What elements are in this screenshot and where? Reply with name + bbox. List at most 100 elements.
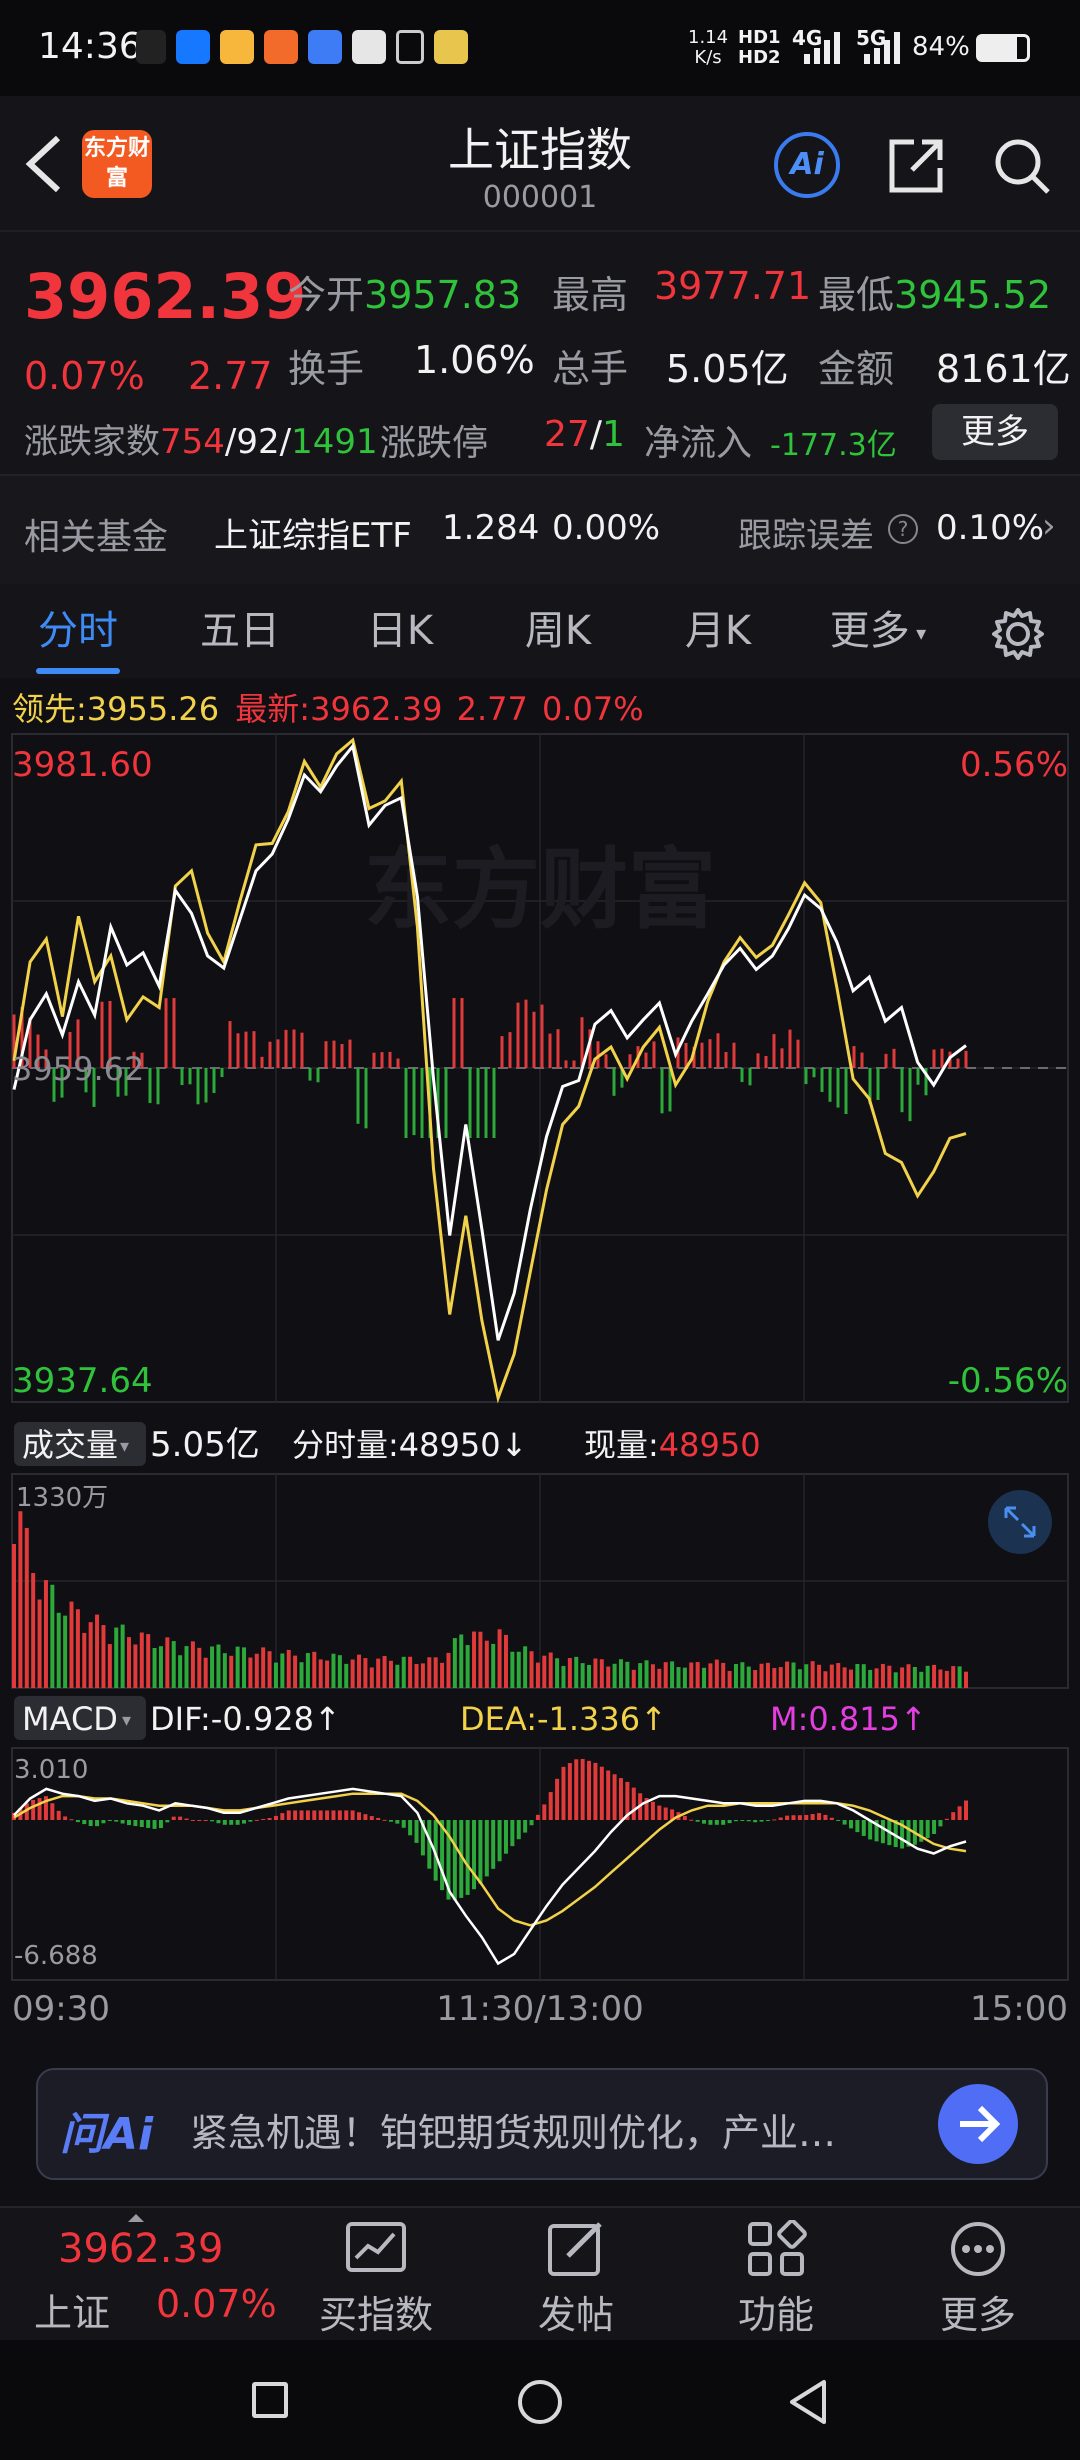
svg-text:现量:48950: 现量:48950 <box>584 1426 761 1464</box>
volume-bar <box>203 1657 208 1688</box>
volume-bar <box>772 1668 777 1688</box>
macd-bar <box>606 1770 611 1821</box>
macd-bar <box>529 1820 534 1826</box>
macd-bar <box>938 1820 943 1827</box>
fund-flow-bar <box>892 1048 896 1068</box>
macd-bar <box>567 1763 572 1821</box>
down-count: 1491 <box>291 422 378 462</box>
volume-bar <box>273 1662 278 1688</box>
volume-bar <box>746 1666 751 1688</box>
macd-bar <box>267 1817 272 1821</box>
macd-bar <box>357 1812 362 1821</box>
volume-bar <box>804 1664 809 1688</box>
macd-bar <box>133 1820 138 1827</box>
fund-flow-bar <box>380 1052 384 1068</box>
nav-functions[interactable]: 功能 <box>706 2220 846 2339</box>
fund-flow-bar <box>524 999 528 1068</box>
macd-bar <box>523 1820 528 1833</box>
current-volume-value: 48950 <box>659 1426 761 1464</box>
fund-flow-bar <box>572 1060 576 1068</box>
ai-send-button[interactable] <box>938 2084 1018 2164</box>
macd-bar <box>663 1807 668 1821</box>
back-icon[interactable] <box>18 132 68 196</box>
macd-bar <box>810 1814 815 1821</box>
volume-bar <box>459 1634 464 1688</box>
macd-bar <box>695 1820 700 1822</box>
latest-label: 最新: <box>235 690 311 728</box>
fund-flow-bar <box>860 1052 864 1068</box>
fund-flow-bar <box>604 1054 608 1068</box>
latest-change: 2.77 <box>456 690 528 728</box>
macd-bar <box>305 1810 310 1821</box>
price-line <box>12 742 967 1341</box>
volume-bar <box>95 1614 100 1688</box>
tab-intraday[interactable]: 分时 <box>0 584 156 678</box>
tab-daily-k[interactable]: 日K <box>322 584 478 678</box>
expand-button[interactable] <box>988 1490 1052 1554</box>
macd-bar <box>740 1820 745 1822</box>
related-fund-row[interactable]: 相关基金 上证综指ETF 1.284 0.00% 跟踪误差 ? 0.10% › <box>0 474 1080 588</box>
nav-more[interactable]: 更多 <box>908 2220 1048 2339</box>
macd-bar <box>293 1810 298 1821</box>
macd-bar <box>759 1820 764 1822</box>
up-count: 754 <box>160 422 225 462</box>
volume-selector-label: 成交量 <box>22 1426 118 1464</box>
macd-bar <box>555 1778 560 1821</box>
macd-bar <box>376 1817 381 1821</box>
search-icon[interactable] <box>990 134 1054 198</box>
edit-icon <box>548 2222 602 2276</box>
fund-flow-bar <box>180 1068 184 1086</box>
macd-bar <box>574 1759 579 1821</box>
macd-bar <box>829 1817 834 1821</box>
volume-bar <box>452 1638 457 1688</box>
nav-index-percent[interactable]: 0.07% <box>156 2282 277 2326</box>
volume-bar <box>925 1665 930 1688</box>
more-button[interactable]: 更多 <box>932 404 1058 460</box>
volume-bar <box>957 1666 962 1688</box>
macd-bar <box>369 1816 374 1821</box>
macd-bar <box>721 1820 726 1825</box>
fund-price: 1.284 <box>442 508 540 548</box>
signal-icon <box>804 32 840 64</box>
fund-flow-bar <box>748 1068 752 1086</box>
tab-5day[interactable]: 五日 <box>162 584 318 678</box>
macd-bar <box>325 1810 330 1821</box>
macd-bar <box>178 1816 183 1821</box>
home-icon[interactable] <box>518 2380 562 2424</box>
macd-bar <box>210 1820 215 1822</box>
ai-button[interactable]: Ai <box>774 132 840 198</box>
limit-counts: 27/1 <box>544 414 625 455</box>
tab-monthly-k[interactable]: 月K <box>640 584 796 678</box>
high-label: 最高 <box>552 273 629 317</box>
macd-bar <box>785 1815 790 1821</box>
recent-apps-icon[interactable] <box>252 2382 288 2418</box>
nav-index-name[interactable]: 上证 <box>34 2282 110 2337</box>
fund-flow-bar <box>508 1032 512 1068</box>
macd-bar <box>286 1810 291 1821</box>
fund-flow-bar <box>804 1068 808 1085</box>
volume-bar <box>280 1653 285 1688</box>
fund-flow-bar <box>268 1041 272 1068</box>
help-icon[interactable]: ? <box>888 514 918 544</box>
fund-flow-bar <box>812 1068 816 1078</box>
macd-bar <box>733 1820 738 1822</box>
dea-line <box>13 1792 967 1927</box>
volume-bar <box>880 1663 885 1688</box>
nav-index-price[interactable]: 3962.39 <box>58 2226 223 2272</box>
macd-bar <box>139 1820 144 1827</box>
share-icon[interactable] <box>884 134 948 198</box>
back-triangle-icon[interactable] <box>786 2378 830 2426</box>
chart-svg[interactable]: 东方财富 3981.60 0.56% 3959.62 3937.64 -0.56… <box>0 730 1080 2035</box>
settings-gear-icon[interactable] <box>990 606 1046 662</box>
volume-bar <box>18 1511 23 1688</box>
nav-post[interactable]: 发帖 <box>506 2220 646 2339</box>
nav-buy-index[interactable]: 买指数 <box>306 2220 446 2339</box>
volume-bar <box>184 1646 189 1688</box>
tab-more[interactable]: 更多 ▾ <box>808 584 948 678</box>
fund-name: 上证综指ETF <box>214 516 412 556</box>
fund-flow-bar <box>388 1051 392 1068</box>
macd-bar <box>63 1816 68 1821</box>
volume-bar <box>305 1653 310 1688</box>
ai-assistant-bar[interactable]: 问Ai 紧急机遇！铂钯期货规则优化，产业… <box>36 2068 1048 2180</box>
tab-weekly-k[interactable]: 周K <box>480 584 636 678</box>
